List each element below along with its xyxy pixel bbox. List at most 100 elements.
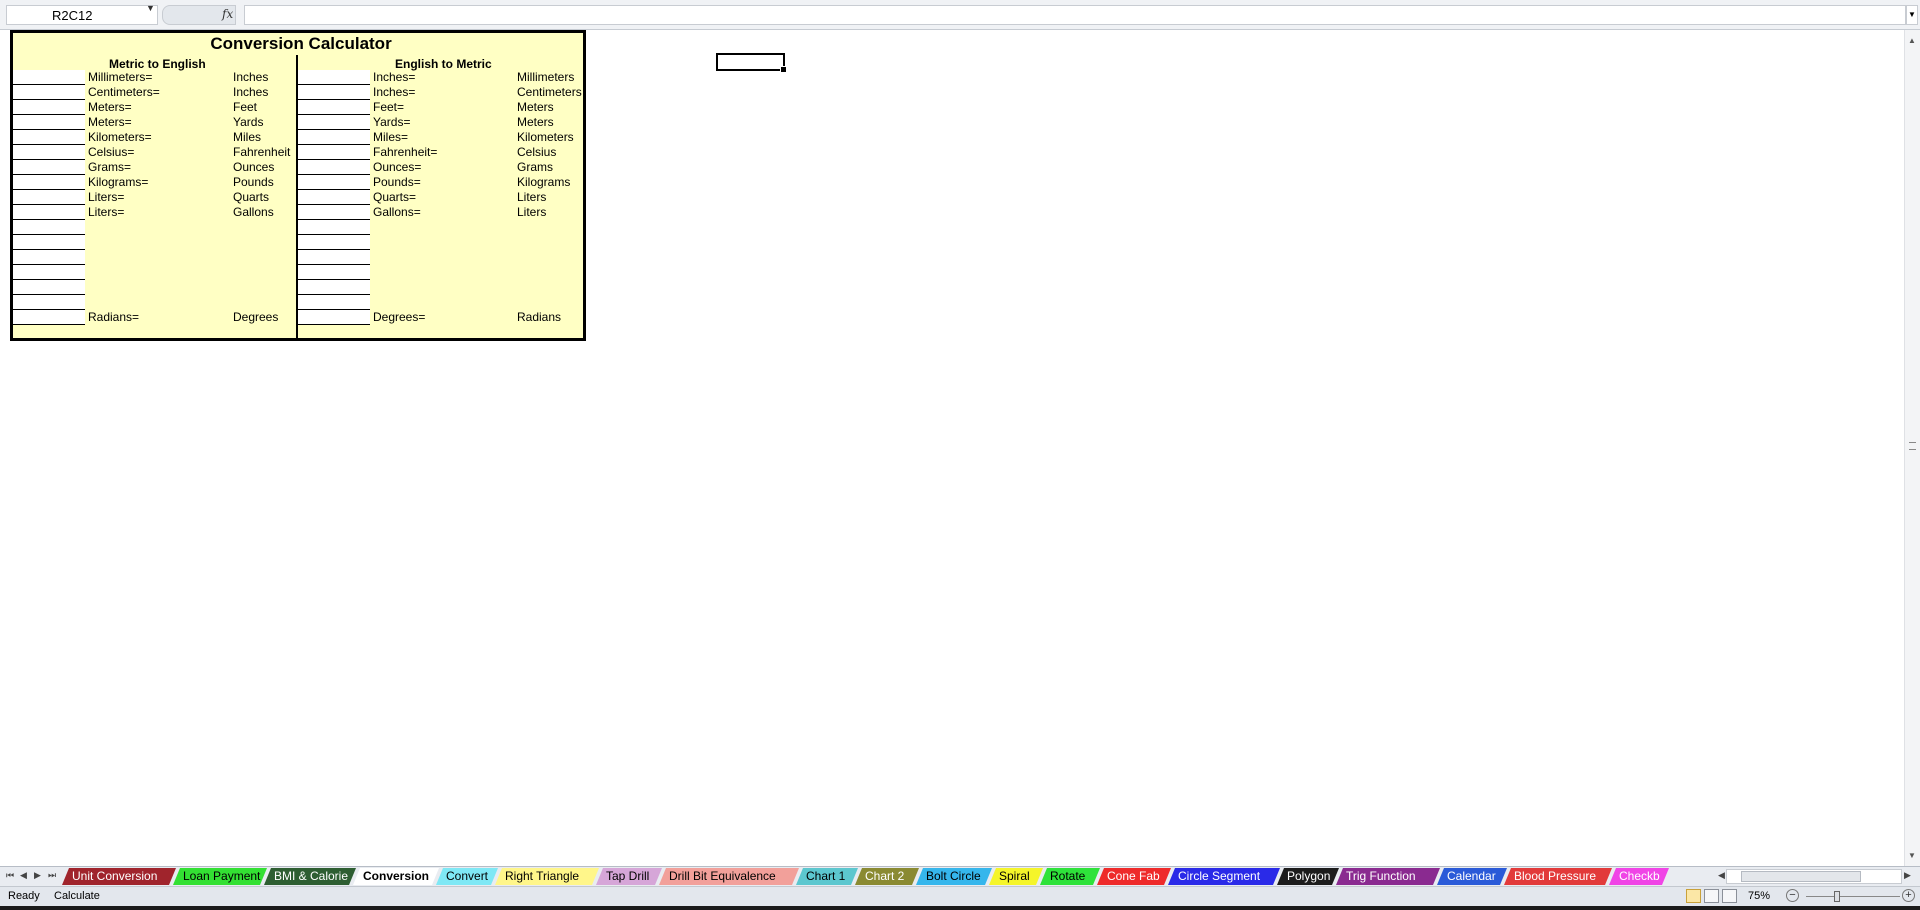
- sheet-tab[interactable]: Unit Conversion: [62, 868, 176, 885]
- sheet-tab[interactable]: Circle Segment: [1168, 868, 1280, 885]
- zoom-out-icon[interactable]: −: [1786, 889, 1799, 902]
- me-input-cell[interactable]: [13, 310, 85, 325]
- em-to-label: Millimeters: [517, 70, 575, 84]
- me-input-cell[interactable]: [13, 190, 85, 205]
- em-input-cell[interactable]: [298, 295, 370, 310]
- sheet-tab[interactable]: Tap Drill: [596, 868, 662, 885]
- scroll-down-icon[interactable]: ▼: [1908, 851, 1916, 860]
- em-to-label: Grams: [517, 160, 553, 174]
- em-input-cell[interactable]: [298, 175, 370, 190]
- sheet-tab[interactable]: Conversion: [353, 868, 439, 885]
- me-input-cell[interactable]: [13, 145, 85, 160]
- scroll-grip[interactable]: [1909, 442, 1916, 450]
- em-to-label: Meters: [517, 115, 554, 129]
- em-input-cell[interactable]: [298, 115, 370, 130]
- em-to-label: Radians: [517, 310, 562, 324]
- sheet-tab[interactable]: Right Triangle: [495, 868, 599, 885]
- me-from-label: Centimeters=: [88, 85, 160, 99]
- em-input-cell[interactable]: [298, 280, 370, 295]
- last-sheet-icon[interactable]: ⏭: [48, 870, 56, 881]
- em-input-cell[interactable]: [298, 70, 370, 85]
- status-calculate[interactable]: Calculate: [54, 890, 100, 902]
- me-input-cell[interactable]: [13, 220, 85, 235]
- em-input-cell[interactable]: [298, 205, 370, 220]
- page-layout-view-icon[interactable]: [1704, 889, 1719, 903]
- scroll-up-icon[interactable]: ▲: [1908, 36, 1916, 45]
- sheet-tab[interactable]: Polygon: [1277, 868, 1339, 885]
- me-input-cell[interactable]: [13, 295, 85, 310]
- name-box[interactable]: R2C12: [6, 5, 158, 25]
- horizontal-scroll-thumb[interactable]: [1741, 871, 1861, 882]
- formula-bar: R2C12 ▼ fx ▼: [0, 0, 1920, 30]
- zoom-slider[interactable]: [1806, 896, 1900, 897]
- status-bar: Ready Calculate 75% − +: [0, 886, 1920, 906]
- expand-formula-bar-button[interactable]: ▼: [1906, 5, 1918, 25]
- me-from-label: Celsius=: [88, 145, 135, 159]
- status-ready: Ready: [8, 890, 40, 902]
- selected-cell[interactable]: [716, 53, 787, 73]
- em-input-cell[interactable]: [298, 265, 370, 280]
- me-input-cell[interactable]: [13, 160, 85, 175]
- em-to-label: Kilometers: [517, 130, 574, 144]
- sheet-tab[interactable]: Cone Fab: [1097, 868, 1171, 885]
- zoom-level[interactable]: 75%: [1748, 890, 1770, 902]
- me-from-label: Millimeters=: [88, 70, 153, 84]
- em-input-cell[interactable]: [298, 100, 370, 115]
- sheet-tab[interactable]: Spiral: [989, 868, 1043, 885]
- me-input-cell[interactable]: [13, 115, 85, 130]
- em-to-label: Liters: [517, 205, 547, 219]
- sheet-tab[interactable]: Calendar: [1437, 868, 1507, 885]
- zoom-slider-thumb[interactable]: [1834, 891, 1840, 902]
- sheet-tab[interactable]: Chart 1: [796, 868, 858, 885]
- em-input-cell[interactable]: [298, 145, 370, 160]
- next-sheet-icon[interactable]: ▶: [34, 870, 41, 881]
- hscroll-right-icon[interactable]: ▶: [1904, 870, 1911, 881]
- sheet-tab[interactable]: Convert: [436, 868, 498, 885]
- me-input-cell[interactable]: [13, 85, 85, 100]
- em-input-cell[interactable]: [298, 160, 370, 175]
- me-input-cell[interactable]: [13, 205, 85, 220]
- sheet-tab[interactable]: Rotate: [1040, 868, 1100, 885]
- me-input-cell[interactable]: [13, 235, 85, 250]
- sheet-tab[interactable]: Checkb: [1609, 868, 1669, 885]
- chevron-down-icon[interactable]: ▼: [146, 3, 155, 13]
- page-break-view-icon[interactable]: [1722, 889, 1737, 903]
- zoom-in-icon[interactable]: +: [1902, 889, 1915, 902]
- me-to-label: Yards: [233, 115, 264, 129]
- em-from-label: Feet=: [373, 100, 405, 114]
- me-to-label: Feet: [233, 100, 258, 114]
- horizontal-scrollbar[interactable]: [1726, 869, 1902, 884]
- prev-sheet-icon[interactable]: ◀: [20, 870, 27, 881]
- sheet-tab[interactable]: Blood Pressure: [1504, 868, 1612, 885]
- sheet-tab[interactable]: Chart 2: [855, 868, 919, 885]
- me-from-label: Liters=: [88, 190, 125, 204]
- me-input-cell[interactable]: [13, 100, 85, 115]
- sheet-tab[interactable]: Drill Bit Equivalence: [659, 868, 799, 885]
- em-input-cell[interactable]: [298, 220, 370, 235]
- me-input-cell[interactable]: [13, 280, 85, 295]
- sheet-tab[interactable]: BMI & Calorie: [264, 868, 356, 885]
- em-input-cell[interactable]: [298, 235, 370, 250]
- me-input-cell[interactable]: [13, 70, 85, 85]
- hscroll-left-icon[interactable]: ◀: [1718, 870, 1725, 881]
- formula-input[interactable]: [244, 5, 1906, 25]
- insert-function-icon[interactable]: fx: [222, 7, 233, 21]
- me-from-label: Kilograms=: [88, 175, 149, 189]
- me-input-cell[interactable]: [13, 175, 85, 190]
- normal-view-icon[interactable]: [1686, 889, 1701, 903]
- em-input-cell[interactable]: [298, 190, 370, 205]
- em-input-cell[interactable]: [298, 130, 370, 145]
- me-to-label: Ounces: [233, 160, 275, 174]
- sheet-tab[interactable]: Bolt Circle: [916, 868, 992, 885]
- sheet-tab[interactable]: Trig Function: [1336, 868, 1440, 885]
- me-input-cell[interactable]: [13, 130, 85, 145]
- me-input-cell[interactable]: [13, 265, 85, 280]
- sheet-tab[interactable]: Loan Payment: [173, 868, 267, 885]
- em-input-cell[interactable]: [298, 310, 370, 325]
- first-sheet-icon[interactable]: ⏮: [6, 870, 14, 881]
- me-input-cell[interactable]: [13, 250, 85, 265]
- window-bottom-edge: [0, 906, 1920, 910]
- em-input-cell[interactable]: [298, 250, 370, 265]
- vertical-scrollbar[interactable]: ▲ ▼: [1904, 30, 1920, 866]
- em-input-cell[interactable]: [298, 85, 370, 100]
